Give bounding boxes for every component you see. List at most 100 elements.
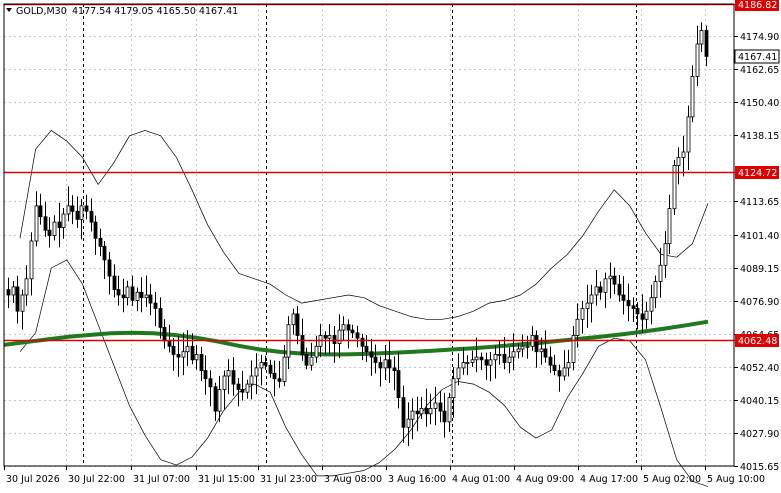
- candle-body-bear: [158, 308, 163, 328]
- candle-body-bull: [282, 356, 287, 382]
- candle: [346, 319, 351, 349]
- level-label: 4186.82: [738, 0, 777, 11]
- candle: [194, 345, 199, 370]
- candle-body-bear: [346, 324, 351, 331]
- candle: [378, 356, 383, 387]
- candle: [327, 324, 332, 355]
- candle-body-bear: [557, 370, 562, 377]
- candle-body-bear: [102, 245, 107, 261]
- candle-body-bull: [667, 208, 672, 245]
- candle-body-bear: [548, 356, 553, 366]
- candle-body-bear: [231, 370, 236, 385]
- candle-body-bull: [194, 353, 199, 361]
- candle-body-bull: [580, 308, 585, 320]
- candle-body-bull: [571, 335, 576, 363]
- ohlc-values: 4177.54 4179.05 4165.50 4167.41: [72, 6, 238, 17]
- candle-body-bull: [66, 205, 71, 215]
- candle-body-bear: [203, 370, 208, 380]
- candle-body-bull: [690, 76, 695, 118]
- candle: [451, 367, 456, 418]
- collapse-triangle-icon[interactable]: [6, 8, 12, 12]
- candle: [213, 382, 218, 421]
- candle: [507, 347, 512, 374]
- candle: [350, 324, 355, 338]
- candle: [6, 277, 11, 309]
- candle-body-bull: [686, 116, 691, 153]
- grid: [4, 4, 734, 467]
- candle: [442, 392, 447, 438]
- horizontal-levels[interactable]: [4, 3, 734, 342]
- candle-body-bull: [594, 286, 599, 296]
- candle: [34, 191, 39, 247]
- candle-body-bull: [649, 297, 654, 312]
- candle-body-bear: [304, 353, 309, 366]
- candle: [387, 341, 392, 383]
- candle-body-bear: [190, 345, 195, 361]
- candle-body-bear: [631, 305, 636, 309]
- candle-body-bull: [383, 359, 388, 369]
- candle: [249, 360, 254, 400]
- candle: [667, 194, 672, 254]
- candle-body-bull: [658, 264, 663, 282]
- candle-body-bull: [507, 356, 512, 363]
- candle: [676, 147, 681, 185]
- candle-body-bull: [314, 345, 319, 358]
- candle: [337, 314, 342, 358]
- candle: [470, 350, 475, 367]
- candle: [364, 335, 369, 362]
- symbol-timeframe: GOLD,M30: [16, 6, 67, 17]
- candle-body-bear: [479, 356, 484, 361]
- candle-body-bull: [34, 205, 39, 242]
- candle-body-bear: [57, 221, 62, 228]
- candle: [139, 277, 144, 313]
- candle-body-bear: [401, 397, 406, 428]
- candle: [396, 352, 401, 409]
- candle-body-bull: [52, 221, 57, 237]
- candle-body-bear: [139, 291, 144, 299]
- candle: [272, 360, 277, 397]
- candle: [341, 316, 346, 340]
- candle: [332, 326, 337, 363]
- candle: [70, 195, 75, 225]
- candle: [415, 396, 420, 432]
- candle-body-bear: [635, 308, 640, 315]
- candle-body-bull: [144, 294, 149, 299]
- candle: [626, 283, 631, 322]
- candle-body-bear: [89, 210, 94, 223]
- candle-body-bull: [222, 375, 227, 390]
- candle-body-bear: [438, 402, 443, 412]
- candle: [585, 284, 590, 328]
- price-chart[interactable]: 4174.90 4162.65 4150.40 4138.15 4113.65 4101.…: [0, 0, 781, 489]
- y-tick-label: 4040.15: [740, 396, 779, 407]
- candle: [410, 398, 415, 440]
- candle-body-bull: [309, 356, 314, 366]
- x-tick-label: 4 Aug 09:00: [516, 474, 574, 485]
- candle: [580, 300, 585, 334]
- candle: [125, 280, 130, 306]
- x-tick-label: 5 Aug 10:00: [707, 474, 765, 485]
- candle-body-bull: [61, 213, 66, 228]
- candle: [649, 284, 654, 325]
- candle: [135, 287, 140, 312]
- candle: [304, 347, 309, 370]
- candle-body-bear: [543, 348, 548, 358]
- candle-body-bear: [268, 364, 273, 374]
- candle: [428, 393, 433, 425]
- candle: [566, 349, 571, 377]
- candle: [557, 364, 562, 392]
- candle-body-bear: [484, 359, 489, 366]
- candle-body-bull: [461, 362, 466, 369]
- candle-body-bull: [185, 345, 190, 353]
- candle: [392, 356, 397, 391]
- candle-body-bull: [125, 286, 130, 299]
- candle-body-bull: [135, 291, 140, 301]
- y-tick-label: 4174.90: [740, 32, 779, 43]
- candle-body-bull: [337, 329, 342, 345]
- candle-body-bull: [676, 156, 681, 166]
- candle-body-bear: [378, 362, 383, 369]
- y-tick-label: 4138.15: [740, 131, 779, 142]
- candle-body-bear: [93, 221, 98, 239]
- candle: [474, 337, 479, 373]
- candle-body-bull: [249, 375, 254, 385]
- candle: [612, 267, 617, 294]
